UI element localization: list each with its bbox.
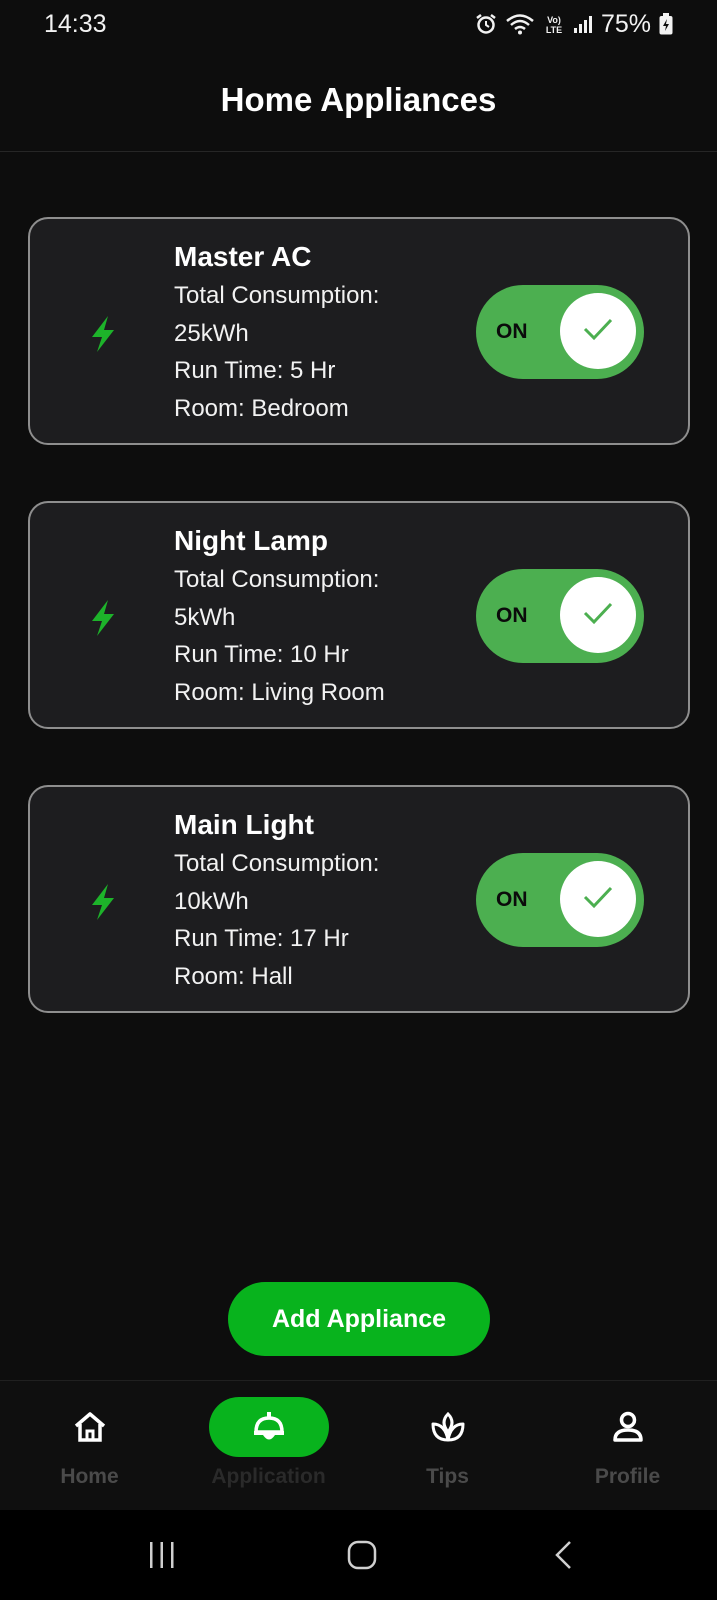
appliance-card: Main Light Total Consumption: 10kWh Run … [28,785,690,1013]
consumption-value: 10kWh [174,887,249,915]
run-time: Run Time: 10 Hr [174,641,349,668]
toggle-label: ON [496,320,528,343]
bolt-icon [86,315,120,353]
nav-item-tips[interactable]: Tips [358,1381,537,1511]
system-nav-bar [0,1510,717,1600]
toggle-label: ON [496,888,528,911]
toggle-knob [560,577,636,653]
user-icon [568,1397,688,1457]
run-time: Run Time: 5 Hr [174,357,336,384]
wifi-icon [505,13,535,35]
nav-label: Application [211,1465,326,1488]
appliance-card: Master AC Total Consumption: 25kWh Run T… [28,217,690,445]
nav-item-home[interactable]: Home [0,1381,179,1511]
battery-percent: 75% [600,9,651,38]
battery-icon [659,13,673,35]
lamp-icon [208,1397,329,1457]
nav-label: Tips [426,1465,469,1488]
status-bar: 14:33 Vo) LTE 75% [0,0,717,48]
consumption-label: Total Consumption: [174,850,380,877]
nav-label: Profile [594,1465,661,1488]
toggle-knob [560,293,636,369]
appliance-info: Night Lamp Total Consumption: 5kWh Run T… [174,521,385,711]
svg-text:LTE: LTE [546,25,562,35]
leaf-icon [388,1397,508,1457]
appliance-name: Night Lamp [174,525,328,556]
home-button[interactable] [302,1510,422,1600]
check-icon [581,316,615,347]
run-time: Run Time: 17 Hr [174,925,349,952]
consumption-label: Total Consumption: [174,282,380,309]
power-toggle[interactable]: ON [476,569,644,663]
power-toggle[interactable]: ON [476,285,644,379]
alarm-icon [475,13,497,35]
consumption-value: 5kWh [174,603,236,631]
check-icon [581,600,615,631]
appliance-name: Master AC [174,241,312,272]
signal-icon [573,14,593,34]
toggle-knob [560,861,636,937]
volte-icon: Vo) LTE [543,13,565,35]
nav-item-application[interactable]: Application [179,1381,358,1511]
consumption-label: Total Consumption: [174,566,380,593]
page-title: Home Appliances [220,80,497,118]
status-icons: Vo) LTE 75% [475,10,673,39]
bolt-icon [86,883,120,921]
room: Room: Living Room [174,678,385,706]
power-toggle[interactable]: ON [476,853,644,947]
add-appliance-button[interactable]: Add Appliance [228,1282,490,1356]
toggle-label: ON [496,604,528,627]
app-header: Home Appliances [0,48,717,152]
consumption-value: 25kWh [174,319,249,347]
bolt-icon [86,599,120,637]
home-icon [30,1397,150,1457]
appliance-info: Main Light Total Consumption: 10kWh Run … [174,805,379,995]
appliance-name: Main Light [174,809,314,840]
room: Room: Hall [174,962,293,990]
bottom-nav: Home Application Tips Profile [0,1380,717,1510]
room: Room: Bedroom [174,394,349,422]
check-icon [581,884,615,915]
back-button[interactable] [504,1510,624,1600]
appliance-info: Master AC Total Consumption: 25kWh Run T… [174,237,379,427]
status-time: 14:33 [44,9,107,38]
appliance-card: Night Lamp Total Consumption: 5kWh Run T… [28,501,690,729]
recent-apps-button[interactable] [102,1510,222,1600]
svg-text:Vo): Vo) [547,15,561,25]
nav-item-profile[interactable]: Profile [538,1381,717,1511]
nav-label: Home [60,1465,119,1488]
